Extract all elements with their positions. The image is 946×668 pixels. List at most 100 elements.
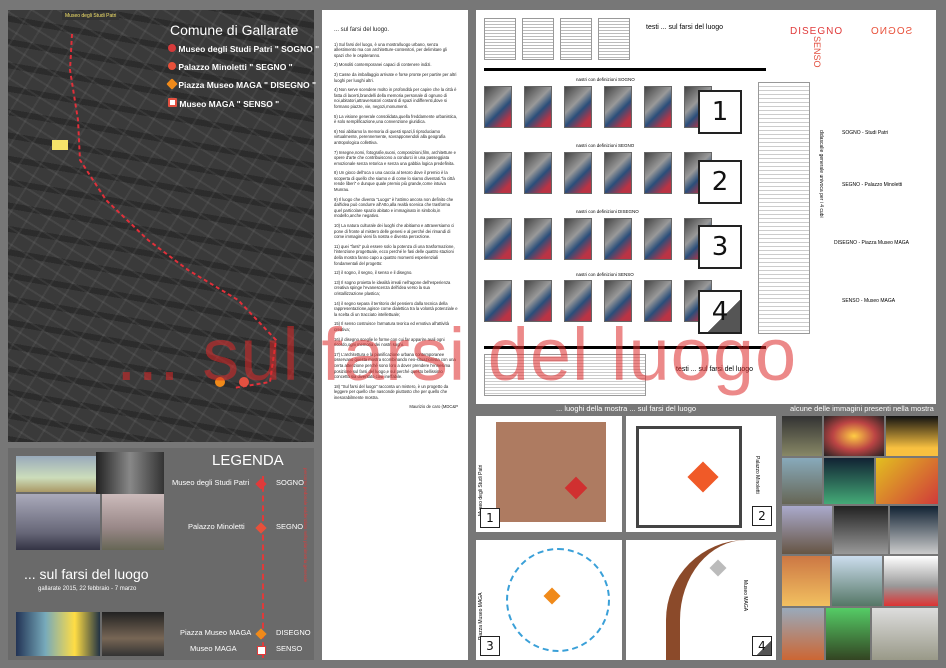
map-legend: Museo degli Studi Patri " SOGNO " Palazz… (166, 44, 320, 109)
cube-1: 1 (698, 90, 742, 134)
cube-2: 2 (698, 160, 742, 204)
plan-1: Museo degli Studi Patri 1 (476, 416, 622, 532)
diamond-icon (255, 628, 267, 640)
plan-cube-3: 3 (480, 636, 500, 656)
map-legend-item-1: Museo degli Studi Patri " SOGNO " (178, 44, 320, 54)
caption-board (758, 82, 810, 334)
diamond-icon (255, 522, 267, 534)
text-panel (560, 18, 592, 60)
map-legend-item-2: Palazzo Minoletti " SEGNO " (178, 62, 293, 72)
paragraph: 4) Non serve scendere molto in profondit… (334, 87, 457, 109)
paragraph: 11) quei "farsi" può essere solo la pote… (334, 243, 455, 266)
photo (824, 416, 884, 456)
photo (102, 494, 164, 550)
map-marker-segno (52, 140, 68, 150)
station-label-4: SENSO - Museo MAGA (842, 298, 896, 304)
square-icon (168, 98, 177, 107)
ribbon-label-2: nastri con definizioni SEGNO (576, 143, 635, 148)
floor-plan (496, 422, 606, 522)
cube-3: 3 (698, 225, 742, 269)
top-label: testi ... sul farsi del luogo (646, 24, 724, 31)
paragraph: 12) il sogno, il segno, il senso e il di… (334, 270, 413, 276)
images-label: alcune delle immagini presenti nella mos… (790, 404, 934, 413)
photo (16, 456, 96, 492)
photo (782, 506, 832, 554)
overlay-title: ... sul farsi del luogo (116, 313, 798, 396)
legend-place-1: Museo degli Studi Patri (172, 478, 250, 487)
paragraph: 10) La natura culturale dei luoghi che a… (334, 223, 455, 240)
photo (886, 416, 938, 456)
text-panels (484, 18, 634, 62)
paragraph: 8) Un gioco dell'oca o una caccia al tes… (334, 170, 455, 193)
paragraph: 2) Monoliti contemporanei capaci di cont… (334, 62, 432, 68)
legend-place-4: Museo MAGA (190, 644, 237, 653)
plan-4: Museo MAGA 4 (626, 540, 776, 660)
paragraph: 1) Sul farsi del luogo, è una mostra/luo… (334, 41, 448, 58)
photo-mosaic (782, 416, 938, 660)
places-label: ... luoghi della mostra ... sul farsi de… (556, 404, 697, 413)
plan-cube-1: 1 (480, 508, 500, 528)
paragraph: 7) Insegne,nomi, fotografie,suoni, compo… (334, 149, 456, 166)
text-panel (522, 18, 554, 60)
photo (876, 458, 938, 504)
thumb-row-1 (484, 86, 724, 130)
photo (832, 556, 882, 606)
diamond-icon (255, 478, 267, 490)
paragraph: 13) Il sogno proietta le idealità irreal… (334, 279, 451, 296)
red-dot-icon (168, 44, 176, 52)
photo (96, 452, 164, 494)
legend-place-2: Palazzo Minoletti (188, 522, 245, 531)
station-label-2: SEGNO - Palazzo Minoletti (842, 182, 903, 188)
photo (872, 608, 938, 660)
orange-diamond-icon (166, 78, 178, 90)
photo (834, 506, 888, 554)
photo (884, 556, 938, 606)
signature: Maurizio de caro (MDC&P (409, 404, 458, 410)
caption-vertical-label: didascalie generale univoca per i 4 cubi (818, 130, 824, 218)
logo-sogno: SOGNO (870, 26, 913, 37)
photo (782, 416, 822, 456)
ribbon-label-3: nastri con definizioni DISEGNO (576, 209, 639, 214)
exhibition-dates: gallarate 2015, 22 febbraio - 7 marzo (38, 586, 137, 592)
legend-word-4: SENSO (276, 644, 303, 653)
map-title: Comune di Gallarate (170, 22, 299, 38)
photo (782, 556, 830, 606)
street-label: Museo degli Studi Patri (62, 12, 120, 20)
manifesto-heading: ... sul farsi del luogo. (334, 27, 390, 33)
text-panel (598, 18, 630, 60)
photo (102, 612, 164, 656)
station-label-3: DISEGNO - Piazza Museo MAGA (834, 240, 910, 246)
plaza-circle (506, 548, 610, 652)
thumb-row-3 (484, 218, 724, 262)
plan-label-3: Piazza Museo MAGA (478, 592, 484, 640)
station-label-1: SOGNO - Studi Patri (842, 130, 889, 136)
ribbon-label-1: nastri con definizioni SOGNO (576, 77, 635, 82)
paragraph: 9) Il luogo che diventa "Luogo" è l'atti… (334, 196, 454, 219)
photo (16, 612, 100, 656)
text-panel (484, 18, 516, 60)
photo (782, 608, 824, 660)
plan-cube-4: 4 (752, 636, 772, 656)
plan-2: Palazzo Minoletti 2 (626, 416, 776, 532)
photo (890, 506, 938, 554)
plan-label-4: Museo MAGA (742, 580, 748, 612)
legend-panel: LEGENDA ... sul farsi del luogo gallarat… (8, 448, 314, 660)
photo (782, 458, 822, 504)
legend-place-3: Piazza Museo MAGA (180, 628, 252, 637)
plan-label-1: Museo degli Studi Patri (478, 464, 484, 516)
legend-title: LEGENDA (212, 452, 284, 469)
plan-3: Piazza Museo MAGA 3 (476, 540, 622, 660)
map-legend-item-4: Museo MAGA " SENSO " (179, 99, 280, 109)
logo-senso: SENSO (812, 36, 822, 68)
legend-vertical-note: percorso pedonale evidenziato nella plan… (303, 468, 308, 583)
paragraph: 6) Noi abitiamo la memoria di questi spa… (334, 128, 446, 145)
divider (484, 68, 766, 71)
paragraph: 3) Casse da imballaggio arrivate e forse… (334, 71, 457, 83)
photo (826, 608, 870, 660)
red-dot-icon (168, 62, 176, 70)
photo (824, 458, 874, 504)
photo (16, 494, 100, 550)
thumb-row-2 (484, 152, 724, 196)
map-legend-item-3: Piazza Museo MAGA " DISEGNO " (178, 80, 317, 90)
paragraph: 5) La visione generale consolidata,quell… (334, 113, 458, 125)
